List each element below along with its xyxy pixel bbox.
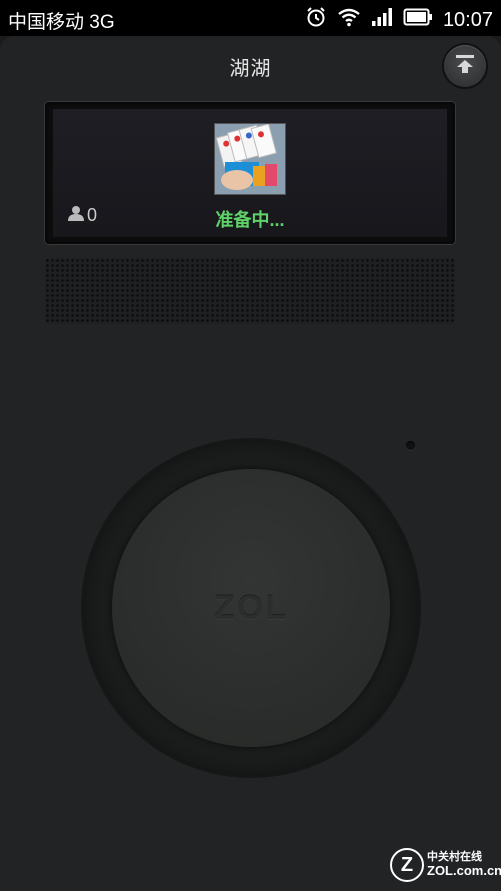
carrier-label: 中国移动 3G — [8, 12, 115, 33]
collapse-button[interactable] — [444, 45, 486, 87]
display-inner: 0 准备中... — [53, 109, 447, 237]
page-title: 湖湖 — [229, 58, 272, 80]
clock: 10:07 — [442, 8, 493, 31]
battery-icon — [403, 8, 433, 32]
alarm-icon — [305, 6, 327, 34]
status-icons: 10:07 — [305, 6, 493, 34]
status-bar: 中国移动 3G 10:07 — [0, 0, 501, 36]
signal-icon — [371, 7, 393, 33]
indicator-light — [406, 441, 415, 450]
watermark-en: ZOL.com.cn — [427, 862, 501, 878]
eject-icon — [453, 53, 477, 80]
album-cover[interactable] — [214, 123, 286, 195]
speaker-grille — [45, 258, 455, 324]
knob-logo: ZOL — [214, 589, 288, 627]
display-screen: 0 准备中... — [45, 102, 455, 244]
zol-logo: Z — [390, 848, 424, 882]
status-text: 准备中... — [215, 210, 285, 230]
watermark: Z 中关村在线 ZOL.com.cn — [390, 848, 501, 882]
wifi-icon — [337, 7, 361, 33]
play-knob[interactable]: ZOL — [112, 469, 390, 747]
